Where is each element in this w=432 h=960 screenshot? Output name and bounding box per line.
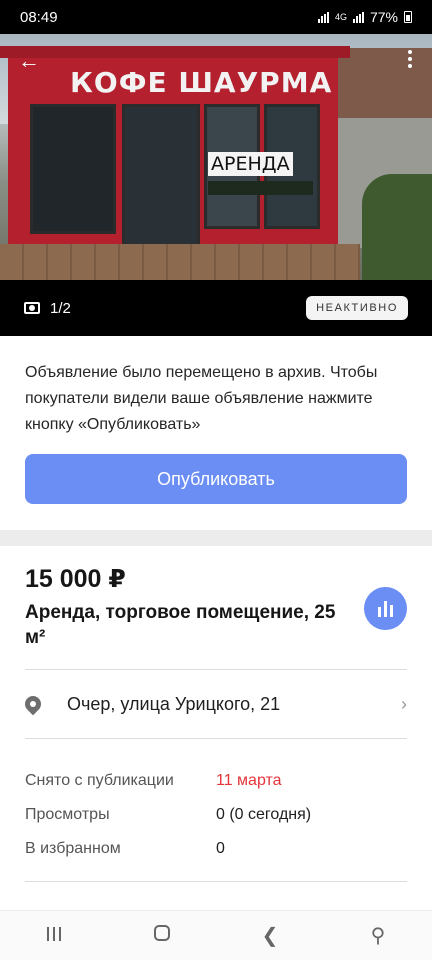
- home-button[interactable]: [132, 924, 192, 947]
- address-text: Очер, улица Урицкого, 21: [67, 693, 281, 714]
- back-icon: ❮: [261, 925, 279, 947]
- info-table: Снято с публикации 11 марта Просмотры 0 …: [25, 764, 407, 866]
- signal-icon-2: [352, 11, 364, 23]
- accessibility-icon: ⚲: [370, 925, 386, 947]
- photo-kiosk: КОФЕ ШАУРМА АРЕНДА: [0, 46, 350, 266]
- status-bar: 08:49 4G 77%: [0, 0, 432, 34]
- statistics-button[interactable]: [364, 587, 407, 630]
- info-row: Просмотры 0 (0 сегодня): [25, 798, 407, 832]
- publish-button[interactable]: Опубликовать: [25, 454, 407, 504]
- signal-icon: [317, 11, 329, 23]
- chevron-right-icon: ›: [401, 693, 407, 714]
- info-label: Снято с публикации: [25, 772, 174, 789]
- info-value: 0: [216, 840, 225, 857]
- battery-icon: [404, 11, 412, 23]
- status-badge: НЕАКТИВНО: [306, 296, 408, 320]
- recent-apps-icon: [47, 927, 61, 941]
- accessibility-button[interactable]: ⚲: [348, 923, 408, 948]
- address-row[interactable]: Очер, улица Урицкого, 21 ›: [0, 670, 432, 738]
- listing-photo[interactable]: КОФЕ ШАУРМА АРЕНДА ←: [0, 34, 432, 280]
- back-arrow-icon[interactable]: ←: [18, 48, 40, 74]
- camera-icon: [24, 302, 40, 314]
- battery-percent: 77%: [369, 9, 398, 25]
- kiosk-window: [30, 104, 116, 234]
- info-row: Снято с публикации 11 марта: [25, 764, 407, 798]
- photo-deck: [0, 244, 360, 280]
- home-icon: [154, 925, 170, 941]
- divider: [25, 881, 407, 882]
- listing-title: Аренда, торговое помещение, 25 м²: [25, 602, 336, 648]
- info-label: Просмотры: [25, 806, 110, 823]
- photo-footer: 1/2 НЕАКТИВНО: [0, 280, 432, 336]
- info-value: 11 марта: [216, 772, 282, 789]
- recent-apps-button[interactable]: [24, 924, 84, 947]
- led-display: [208, 181, 313, 195]
- archive-notice: Объявление было перемещено в архив. Чтоб…: [25, 364, 378, 433]
- status-time: 08:49: [20, 8, 58, 26]
- system-nav-bar: ❮ ⚲: [0, 910, 432, 960]
- kiosk-sign: КОФЕ ШАУРМА: [70, 66, 333, 99]
- info-row: В избранном 0: [25, 832, 407, 866]
- network-type-label: 4G: [334, 12, 347, 22]
- photo-trees: [362, 174, 432, 280]
- info-value: 0 (0 сегодня): [216, 806, 312, 823]
- location-pin-icon: [21, 692, 45, 716]
- info-label: В избранном: [25, 840, 121, 857]
- rent-sign: АРЕНДА: [208, 152, 293, 176]
- back-button[interactable]: ❮: [240, 923, 300, 948]
- photo-counter: 1/2: [50, 299, 71, 317]
- status-icons: 4G 77%: [317, 9, 412, 25]
- more-options-icon[interactable]: [408, 50, 412, 68]
- divider: [25, 738, 407, 739]
- listing-price: 15 000 ₽: [25, 565, 126, 593]
- kiosk-door: [122, 104, 200, 254]
- section-divider: [0, 530, 432, 546]
